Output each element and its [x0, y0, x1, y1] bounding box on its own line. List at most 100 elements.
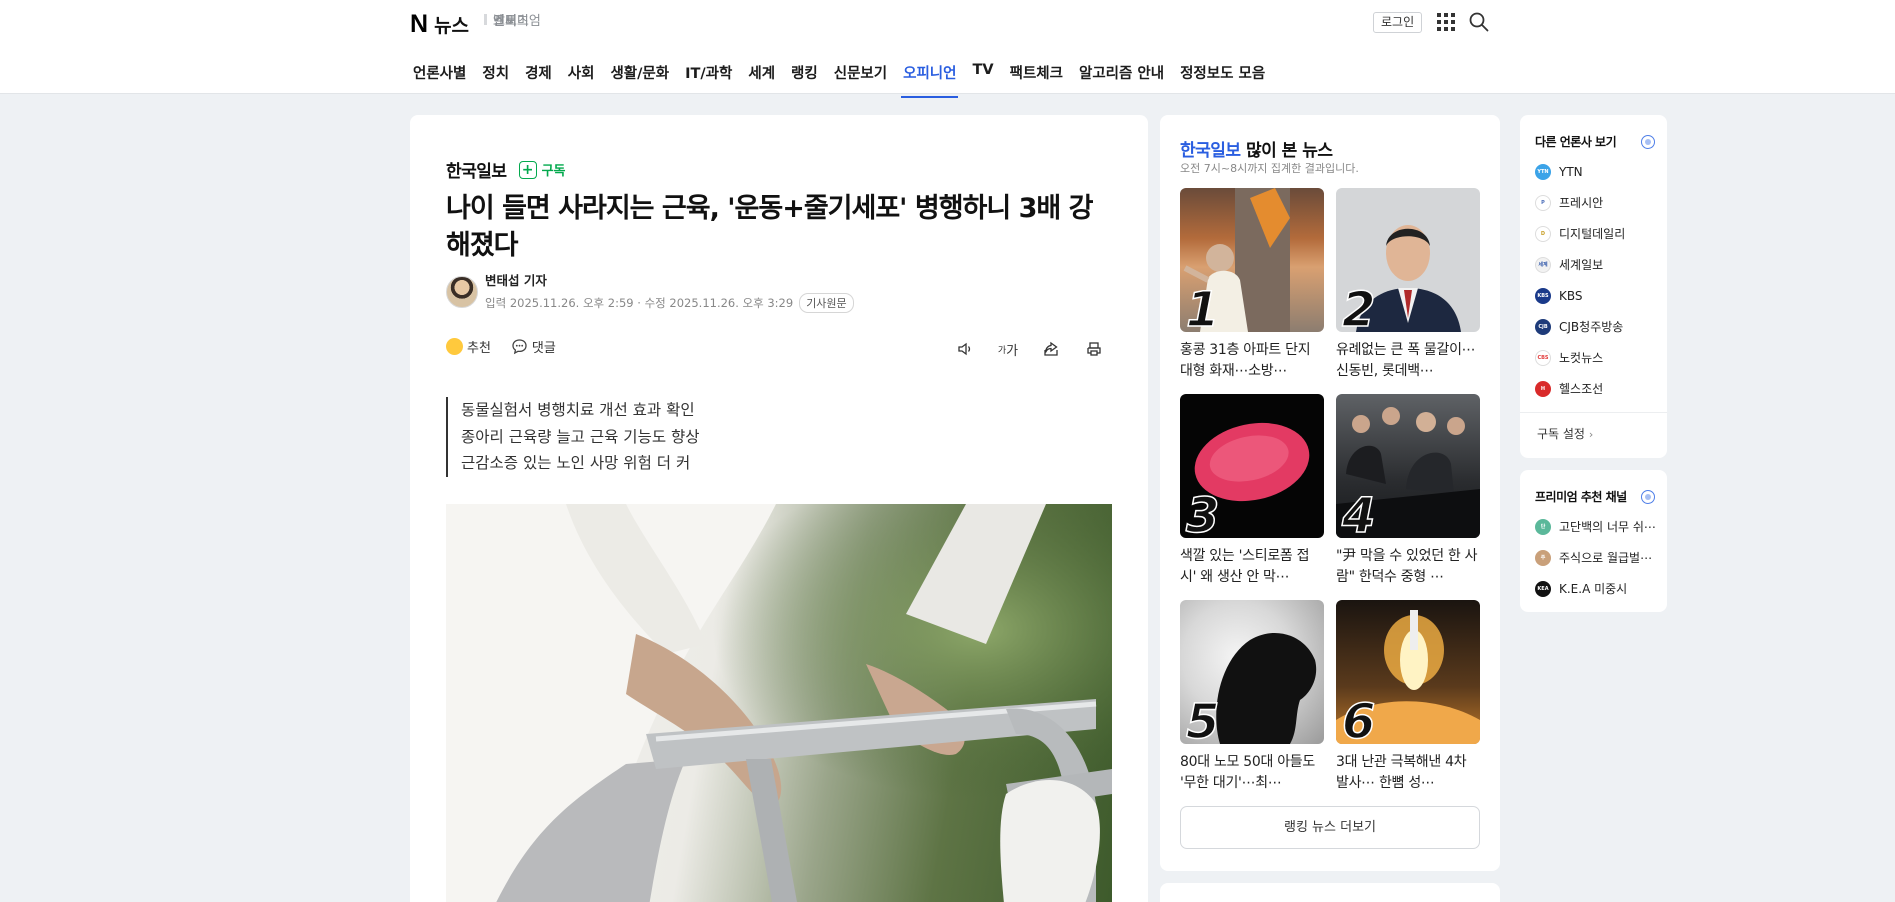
share-icon[interactable]: [1040, 338, 1062, 360]
ranking-more-button[interactable]: 랭킹 뉴스 더보기: [1180, 806, 1480, 849]
refresh-icon[interactable]: [1641, 489, 1655, 504]
tab-it-science[interactable]: IT/과학: [677, 52, 740, 97]
cjb-logo-icon: CJB: [1535, 318, 1551, 335]
reporter-name[interactable]: 변태섭 기자: [485, 270, 854, 289]
digitaldaily-logo-icon: D: [1535, 225, 1551, 242]
top-header: N 뉴스 엔터 스포츠 날씨 프리미엄 로그인 언론사별 정치 경제 사회 생활…: [0, 0, 1895, 98]
article-headline: 나이 들면 사라지는 근육, '운동+줄기세포' 병행하니 3배 강해졌다: [446, 193, 1093, 261]
ranking-thumbnail: 2: [1336, 188, 1480, 332]
main-nav: 언론사별 정치 경제 사회 생활/문화 IT/과학 세계 랭킹 신문보기 오피니…: [405, 52, 1273, 98]
press-item[interactable]: CJB CJB청주방송: [1535, 311, 1667, 342]
comment-bubble-icon: [512, 339, 527, 355]
ranking-item-title: "尹 막을 수 있었던 한 사람" 한덕수 중형 ⋯: [1336, 548, 1478, 585]
font-size-button[interactable]: 가가: [997, 338, 1019, 360]
logo-mark: N: [410, 10, 428, 38]
comment-button[interactable]: 댓글: [511, 337, 556, 356]
kbs-logo-icon: KBS: [1535, 287, 1551, 304]
press-item-name: 헬스조선: [1559, 382, 1604, 396]
ranking-title-suffix: 많이 본 뉴스: [1245, 141, 1333, 161]
channel-logo-icon: KEA: [1535, 580, 1551, 597]
elderly-walker-photo: [446, 504, 1112, 902]
press-item-name: YTN: [1559, 164, 1583, 179]
original-article-button[interactable]: 기사원문: [799, 293, 854, 313]
tab-corrections[interactable]: 정정보도 모음: [1172, 52, 1273, 97]
press-item[interactable]: 세계 세계일보: [1535, 249, 1667, 280]
ranking-item[interactable]: 1 홍콩 31층 아파트 단지 대형 화재⋯소방⋯: [1180, 188, 1324, 382]
tab-newspaper[interactable]: 신문보기: [826, 52, 895, 97]
press-item[interactable]: KBS KBS: [1535, 280, 1667, 311]
tab-tv[interactable]: TV: [964, 52, 1001, 97]
tab-press[interactable]: 언론사별: [405, 52, 474, 97]
premium-channel-item[interactable]: 주 주식으로 월급벌⋯: [1535, 542, 1667, 573]
smile-emoji-icon: [446, 338, 463, 355]
ranking-thumbnail: 4: [1336, 394, 1480, 538]
premium-channel-item[interactable]: KEA K.E.A 미중시: [1535, 573, 1667, 604]
tab-society[interactable]: 사회: [560, 52, 603, 97]
next-card: [1160, 883, 1500, 902]
press-item[interactable]: H 헬스조선: [1535, 373, 1667, 404]
speaker-icon[interactable]: [954, 338, 976, 360]
search-icon[interactable]: [1468, 11, 1490, 33]
like-button[interactable]: 추천: [446, 337, 491, 356]
summary-line: 종아리 근육량 늘고 근육 기능도 향상: [461, 427, 700, 446]
tab-factcheck[interactable]: 팩트체크: [1002, 52, 1071, 97]
font-size-label: 가: [1006, 343, 1019, 359]
reporter-avatar[interactable]: [446, 275, 478, 308]
like-label: 추천: [467, 341, 491, 356]
subscribe-label: 구독: [541, 164, 566, 179]
subscribe-button[interactable]: + 구독: [518, 160, 566, 179]
ranking-number: 5: [1185, 693, 1220, 744]
tab-life-culture[interactable]: 생활/문화: [602, 52, 677, 97]
ranking-number: 6: [1341, 693, 1376, 744]
most-viewed-card: 한국일보 많이 본 뉴스 오전 7시~8시까지 집계한 결과입니다. 1 홍콩 …: [1160, 115, 1500, 871]
ranking-item[interactable]: 5 80대 노모 50대 아들도 '무한 대기'⋯최⋯: [1180, 600, 1324, 794]
service-subnav: 엔터 스포츠 날씨 프리미엄: [484, 14, 541, 29]
segye-logo-icon: 세계: [1535, 256, 1551, 273]
article-tools: 가가: [954, 338, 1105, 360]
other-press-title: 다른 언론사 보기: [1520, 115, 1667, 150]
ranking-item[interactable]: 2 유례없는 큰 폭 물갈이⋯신동빈, 롯데백⋯: [1336, 188, 1480, 382]
other-press-box: 다른 언론사 보기 YTN YTN P 프레시안 D 디지털데일리 세계 세계일보 KB…: [1520, 115, 1667, 458]
subnav-premium[interactable]: 프리미엄: [484, 10, 628, 29]
nocut-logo-icon: CBS: [1535, 349, 1551, 366]
ranking-item[interactable]: 3 색깔 있는 '스티로폼 접시' 왜 생산 안 막⋯: [1180, 394, 1324, 588]
article-photo[interactable]: [446, 504, 1112, 902]
login-button[interactable]: 로그인: [1373, 12, 1423, 33]
ranking-item-title: 유례없는 큰 폭 물갈이⋯신동빈, 롯데백⋯: [1336, 342, 1476, 379]
press-item[interactable]: D 디지털데일리: [1535, 218, 1667, 249]
ranking-item[interactable]: 4 "尹 막을 수 있었던 한 사람" 한덕수 중형 ⋯: [1336, 394, 1480, 588]
ranking-item[interactable]: 6 3대 난관 극복해낸 4차 발사⋯ 한뼘 성⋯: [1336, 600, 1480, 794]
tab-world[interactable]: 세계: [740, 52, 783, 97]
tab-algorithm[interactable]: 알고리즘 안내: [1071, 52, 1172, 97]
article-dates: 입력 2025.11.26. 오후 2:59 · 수정 2025.11.26. …: [485, 293, 854, 313]
press-item[interactable]: P 프레시안: [1535, 187, 1667, 218]
print-icon[interactable]: [1083, 338, 1105, 360]
press-item-name: KBS: [1559, 288, 1583, 303]
press-item[interactable]: YTN YTN: [1535, 156, 1667, 187]
naver-news-logo[interactable]: N 뉴스: [410, 10, 469, 39]
premium-channel-name: 고단백의 너무 쉬⋯: [1559, 520, 1656, 534]
ranking-press-name[interactable]: 한국일보: [1180, 141, 1241, 161]
ranking-item-title: 80대 노모 50대 아들도 '무한 대기'⋯최⋯: [1180, 754, 1315, 791]
press-name[interactable]: 한국일보: [446, 157, 507, 182]
other-press-list: YTN YTN P 프레시안 D 디지털데일리 세계 세계일보 KBS KBS CJB CJ…: [1520, 150, 1667, 404]
byline: 변태섭 기자 입력 2025.11.26. 오후 2:59 · 수정 2025.…: [446, 270, 854, 313]
premium-title-text: 프리미엄 추천 채널: [1535, 490, 1627, 504]
refresh-icon[interactable]: [1641, 134, 1655, 149]
premium-title: 프리미엄 추천 채널: [1520, 470, 1667, 505]
tab-ranking[interactable]: 랭킹: [783, 52, 826, 97]
tab-opinion[interactable]: 오피니언: [895, 52, 964, 98]
press-item[interactable]: CBS 노컷뉴스: [1535, 342, 1667, 373]
tab-economy[interactable]: 경제: [517, 52, 560, 97]
press-header: 한국일보 + 구독: [446, 157, 565, 182]
ranking-item-title: 색깔 있는 '스티로폼 접시' 왜 생산 안 막⋯: [1180, 548, 1310, 585]
subscription-setting-link[interactable]: 구독 설정 ›: [1520, 412, 1667, 456]
date-text: 입력 2025.11.26. 오후 2:59 · 수정 2025.11.26. …: [485, 296, 794, 310]
tab-politics[interactable]: 정치: [474, 52, 517, 97]
comment-label: 댓글: [531, 341, 556, 356]
article-summary: 동물실험서 병행치료 개선 효과 확인 종아리 근육량 늘고 근육 기능도 향상…: [446, 397, 700, 477]
press-item-name: 노컷뉴스: [1559, 351, 1604, 365]
premium-channel-item[interactable]: 단 고단백의 너무 쉬⋯: [1535, 511, 1667, 542]
apps-grid-icon[interactable]: [1437, 13, 1455, 31]
other-press-title-text: 다른 언론사 보기: [1535, 135, 1617, 149]
